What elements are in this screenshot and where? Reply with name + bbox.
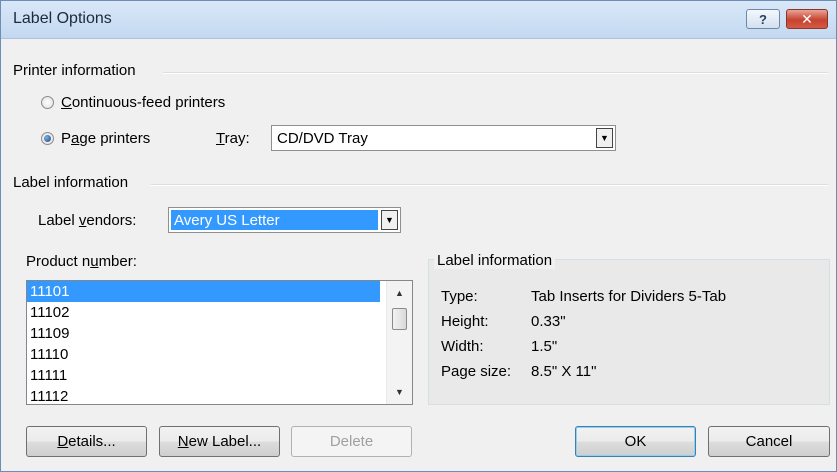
detail-row-page-size: Page size: 8.5" X 11" (441, 363, 596, 380)
chevron-down-icon[interactable]: ▼ (596, 128, 613, 148)
group-divider (151, 184, 828, 186)
scrollbar-thumb[interactable] (392, 308, 407, 330)
list-item[interactable]: 11111 (27, 365, 380, 386)
label-details-title: Label information (434, 252, 556, 269)
label-information-label: Label information (13, 174, 135, 191)
tray-label: Tray: (216, 130, 250, 147)
detail-row-width: Width: 1.5" (441, 338, 557, 355)
list-item[interactable]: 11101 (27, 281, 380, 302)
window-title: Label Options (13, 10, 112, 27)
label-vendors-label: Label vendors: (38, 212, 137, 229)
list-scrollbar[interactable]: ▲ ▼ (386, 281, 412, 404)
detail-key: Type: (441, 288, 478, 305)
radio-circle[interactable] (41, 96, 54, 109)
tray-value: CD/DVD Tray (277, 130, 368, 147)
printer-information-label: Printer information (13, 62, 142, 79)
scroll-up-icon[interactable]: ▲ (387, 283, 412, 303)
delete-button[interactable]: Delete (291, 426, 412, 457)
help-button[interactable]: ? (746, 9, 780, 29)
detail-row-type: Type: Tab Inserts for Dividers 5-Tab (441, 288, 726, 305)
product-number-label: Product number: (26, 253, 137, 270)
detail-key: Page size: (441, 363, 512, 380)
detail-value: Tab Inserts for Dividers 5-Tab (531, 288, 727, 305)
list-item[interactable]: 11109 (27, 323, 380, 344)
list-item[interactable]: 11110 (27, 344, 380, 365)
list-item[interactable]: 11102 (27, 302, 380, 323)
close-button[interactable]: ✕ (786, 9, 828, 29)
detail-value: 0.33" (531, 313, 566, 330)
label-vendors-value: Avery US Letter (171, 210, 378, 230)
new-label-button[interactable]: New Label... (159, 426, 280, 457)
detail-key: Width: (441, 338, 484, 355)
cancel-button[interactable]: Cancel (708, 426, 830, 457)
tray-dropdown[interactable]: CD/DVD Tray ▼ (271, 125, 616, 151)
detail-value: 8.5" X 11" (531, 363, 597, 380)
title-bar[interactable]: Label Options ? ✕ (1, 1, 836, 39)
label-information-header: Label information (13, 174, 828, 194)
details-button[interactable]: Details... (26, 426, 147, 457)
ok-button[interactable]: OK (575, 426, 696, 457)
scroll-down-icon[interactable]: ▼ (387, 382, 412, 402)
continuous-feed-label: Continuous-feed printers (61, 94, 226, 111)
label-options-dialog: Label Options ? ✕ Printer information Co… (0, 0, 837, 472)
continuous-feed-radio[interactable]: Continuous-feed printers (41, 94, 225, 111)
label-details-panel (428, 259, 830, 405)
radio-circle-checked[interactable] (41, 132, 54, 145)
printer-information-header: Printer information (13, 62, 828, 82)
label-vendors-dropdown[interactable]: Avery US Letter ▼ (168, 207, 401, 233)
page-printers-radio[interactable]: Page printers (41, 130, 150, 147)
detail-row-height: Height: 0.33" (441, 313, 566, 330)
detail-value: 1.5" (531, 338, 558, 355)
list-item[interactable]: 11112 (27, 386, 380, 404)
product-number-list[interactable]: 11101 11102 11109 11110 11111 11112 ▲ ▼ (26, 280, 413, 405)
detail-key: Height: (441, 313, 489, 330)
group-divider (163, 72, 828, 74)
page-printers-label: Page printers (61, 130, 151, 147)
chevron-down-icon[interactable]: ▼ (381, 210, 398, 230)
